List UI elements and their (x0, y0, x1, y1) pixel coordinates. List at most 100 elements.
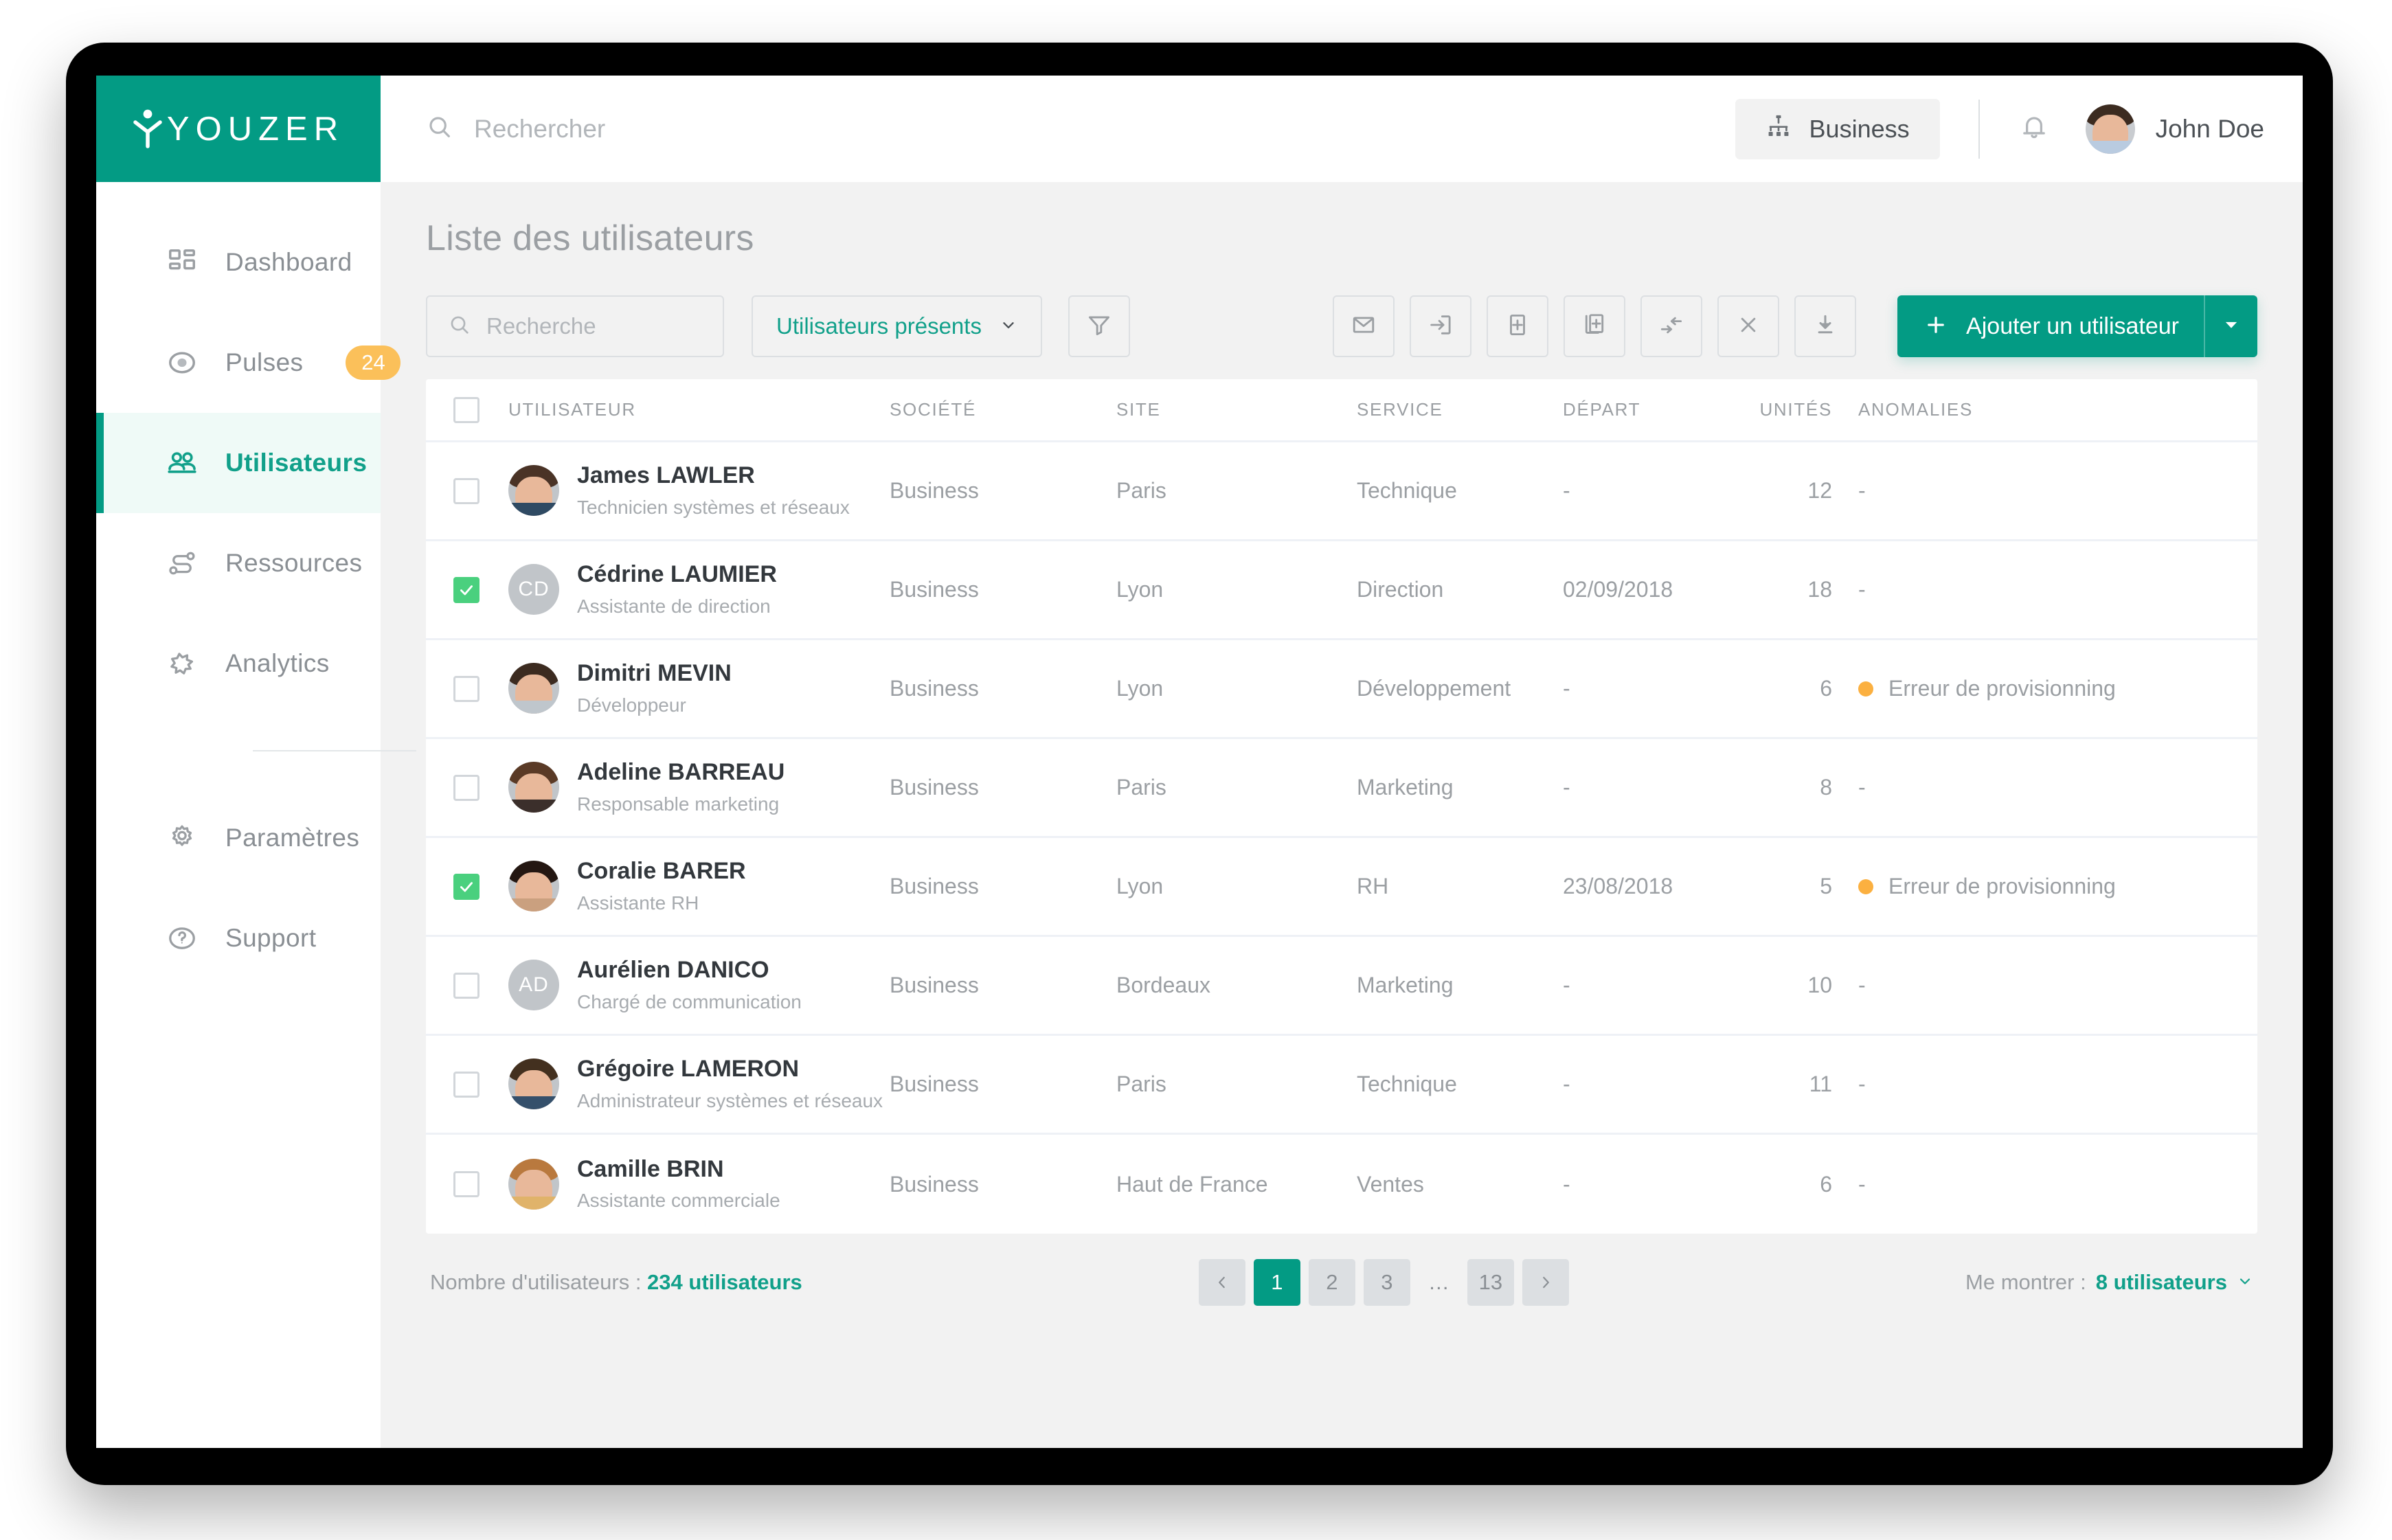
table-row[interactable]: AD Aurélien DANICO Chargé de communication… (426, 937, 2257, 1036)
table-row[interactable]: CD Cédrine LAUMIER Assistante de direction… (426, 541, 2257, 640)
users-icon (163, 444, 201, 482)
site-cell: Paris (1116, 775, 1357, 800)
global-search[interactable]: Rechercher (426, 113, 1735, 144)
page-size-value: 8 utilisateurs (2095, 1270, 2227, 1294)
add-user-dropdown-toggle[interactable] (2204, 295, 2257, 357)
chevron-down-icon (2237, 1270, 2253, 1295)
row-checkbox[interactable] (453, 972, 479, 999)
sidebar-item-utilisateurs[interactable]: Utilisateurs (96, 413, 381, 513)
depart-cell-value: - (1563, 1072, 1570, 1096)
pagination-page[interactable]: 1 (1253, 1259, 1300, 1306)
download-button[interactable] (1794, 295, 1857, 357)
sidebar-item-parametres[interactable]: Paramètres (96, 788, 381, 888)
bulk-actions (1333, 295, 1857, 357)
user-cell: AD Aurélien DANICO Chargé de communication (508, 955, 890, 1015)
user-info: James LAWLER Technicien systèmes et résea… (577, 461, 850, 520)
societe-cell-value: Business (890, 478, 979, 503)
sidebar-item-label: Analytics (225, 649, 330, 677)
table-row[interactable]: James LAWLER Technicien systèmes et résea… (426, 442, 2257, 541)
site-cell-value: Bordeaux (1116, 973, 1210, 997)
depart-cell-value: - (1563, 973, 1570, 997)
page-size-select[interactable]: Me montrer : 8 utilisateurs (1965, 1270, 2253, 1295)
anomalies-cell: - (1858, 1072, 2257, 1097)
column-header-utilisateur: UTILISATEUR (508, 399, 636, 420)
table-row[interactable]: Adeline BARREAU Responsable marketing Busi… (426, 739, 2257, 838)
table-row[interactable]: Grégoire LAMERON Administrateur systèmes … (426, 1036, 2257, 1135)
pagination-pages: 1 2 3 … 13 (1253, 1259, 1514, 1306)
site-cell-value: Haut de France (1116, 1171, 1268, 1197)
add-document-button[interactable] (1487, 295, 1549, 357)
unites-cell-value: 6 (1820, 1171, 1832, 1197)
unites-cell-value: 12 (1807, 478, 1832, 503)
anomalies-value: - (1858, 1171, 1866, 1197)
add-user-button[interactable]: Ajouter un utilisateur (1897, 295, 2257, 357)
select-all-checkbox[interactable] (453, 396, 479, 423)
user-name: Coralie BARER (577, 858, 746, 885)
table-row[interactable]: Coralie BARER Assistante RH Business Lyon RH… (426, 838, 2257, 937)
row-checkbox[interactable] (453, 774, 479, 801)
add-user-main[interactable]: Ajouter un utilisateur (1897, 295, 2204, 357)
societe-cell: Business (890, 577, 1116, 602)
import-button[interactable] (1410, 295, 1472, 357)
sidebar-item-analytics[interactable]: Analytics (96, 613, 381, 714)
unites-cell-value: 18 (1807, 577, 1832, 602)
anomalies-value: - (1858, 577, 1866, 602)
sidebar-item-support[interactable]: Support (96, 888, 381, 988)
user-role: Assistante RH (577, 892, 699, 914)
search-input[interactable]: Recherche (426, 295, 724, 357)
sidebar-item-pulses[interactable]: Pulses 24 (96, 313, 401, 413)
avatar (2085, 104, 2135, 154)
service-cell: Ventes (1357, 1172, 1563, 1197)
site-cell-value: Lyon (1116, 676, 1164, 701)
pagination-page[interactable]: 2 (1308, 1259, 1355, 1306)
unites-cell: 12 (1738, 478, 1858, 503)
user-cell: Camille BRIN Assistante commerciale (508, 1155, 890, 1214)
pagination: 1 2 3 … 13 (1198, 1259, 1569, 1306)
business-switcher[interactable]: Business (1735, 98, 1940, 159)
societe-cell-value: Business (890, 1072, 979, 1096)
table-toolbar: Recherche Utilisateurs présents Ajouter … (426, 295, 2257, 357)
sidebar-item-ressources[interactable]: Ressources (96, 513, 381, 613)
bell-icon[interactable] (2018, 111, 2050, 146)
user-cell: Adeline BARREAU Responsable marketing (508, 758, 890, 817)
status-filter-dropdown[interactable]: Utilisateurs présents (752, 295, 1042, 357)
row-select-cell (453, 972, 508, 999)
row-select-cell (453, 576, 508, 603)
societe-cell: Business (890, 973, 1116, 998)
user-role: Assistante commerciale (577, 1190, 780, 1212)
user-info: Dimitri MEVIN Développeur (577, 659, 732, 718)
resources-icon (163, 545, 201, 582)
row-checkbox[interactable] (453, 1071, 479, 1098)
row-checkbox[interactable] (453, 477, 479, 504)
row-checkbox[interactable] (453, 675, 479, 702)
merge-button[interactable] (1640, 295, 1703, 357)
x-icon (1735, 312, 1761, 341)
table-row[interactable]: Camille BRIN Assistante commerciale Busine… (426, 1135, 2257, 1234)
anomalies-cell: - (1858, 577, 2257, 602)
close-button[interactable] (1717, 295, 1780, 357)
sidebar-item-dashboard[interactable]: Dashboard (96, 212, 381, 313)
avatar-initials: AD (508, 960, 559, 1011)
site-cell-value: Lyon (1116, 577, 1164, 602)
unites-cell-value: 11 (1809, 1072, 1832, 1096)
row-checkbox[interactable] (453, 1171, 479, 1197)
depart-cell: 02/09/2018 (1563, 577, 1738, 602)
societe-cell-value: Business (890, 973, 979, 997)
table-row[interactable]: Dimitri MEVIN Développeur Business Lyon Déve… (426, 640, 2257, 739)
app-window: YOUZER Dashboard Pulses 24 Utilisateurs … (96, 76, 2303, 1448)
row-checkbox[interactable] (453, 873, 479, 900)
user-menu[interactable]: John Doe (2085, 104, 2264, 154)
pagination-prev[interactable] (1198, 1259, 1245, 1306)
service-cell-value: RH (1357, 874, 1389, 898)
pagination-next[interactable] (1522, 1259, 1569, 1306)
depart-cell: - (1563, 676, 1738, 701)
avatar-initials: CD (508, 564, 559, 615)
row-checkbox[interactable] (453, 576, 479, 603)
service-cell-value: Marketing (1357, 973, 1454, 997)
site-cell: Lyon (1116, 577, 1357, 602)
mail-button[interactable] (1333, 295, 1395, 357)
pagination-page[interactable]: 13 (1467, 1259, 1514, 1306)
pagination-page[interactable]: 3 (1363, 1259, 1410, 1306)
duplicate-button[interactable] (1564, 295, 1626, 357)
filter-button[interactable] (1068, 295, 1130, 357)
